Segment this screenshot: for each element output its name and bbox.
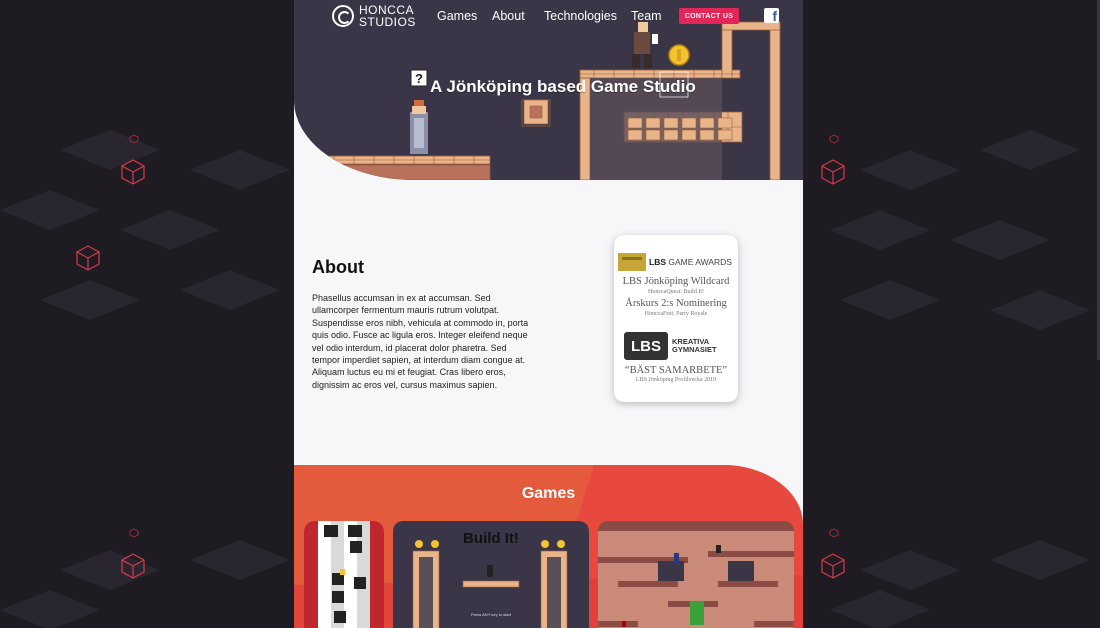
nav-technologies[interactable]: Technologies [544,9,617,23]
award-box-icon [618,253,646,271]
award2-sub: HonccaFest: Party Royale [644,311,708,317]
hero-title: A Jönköping based Game Studio [430,77,696,96]
lbs-kreativa-logo: LBS KREATIVA GYMNASIET [624,332,717,360]
game3-screenshot [598,521,794,628]
logo-icon [332,5,354,27]
award2-title: Årskurs 2:s Nominering [625,298,727,309]
question-block-text: ? [415,71,423,86]
about-text: Phasellus accumsan in ex at accumsan. Se… [312,293,529,390]
game1-screenshot [304,521,384,628]
hero-section: ? HONCCA STUDIOS Games About Technologie… [294,0,803,180]
facebook-icon[interactable]: f [764,8,779,23]
nav-team[interactable]: Team [631,9,662,23]
game2-title: Build It! [463,530,519,547]
nav-about[interactable]: About [492,9,525,23]
games-title: Games [521,485,576,502]
about-title: About [312,257,364,277]
award1-title: LBS Jönköping Wildcard [622,276,730,287]
awards-header: LBS GAME AWARDS [618,253,732,271]
top-nav: HONCCA STUDIOS Games About Technologies … [294,0,803,34]
game-card-2[interactable]: Build It! Press ANY key to start [393,521,589,628]
game-card-1[interactable] [304,521,384,628]
awards-card: LBS GAME AWARDS LBS Jönköping Wildcard H… [614,235,738,402]
nav-games[interactable]: Games [437,9,477,23]
award1-sub: HonccaQuest: Build It! [648,289,704,295]
award3-title: “BÄST SAMARBETE” [624,365,728,376]
games-section: Games Build It! Press ANY key to start [294,465,803,628]
contact-us-button[interactable]: CONTACT US [679,8,739,24]
page: ? HONCCA STUDIOS Games About Technologie… [294,0,803,628]
brand-line2: STUDIOS [359,15,416,29]
brand-logo[interactable]: HONCCA STUDIOS [332,4,416,28]
game2-press-start: Press ANY key to start [471,612,511,617]
game-card-3[interactable] [598,521,794,628]
award3-sub: LBS Jönköping Profilvecka 2019 [635,377,717,383]
